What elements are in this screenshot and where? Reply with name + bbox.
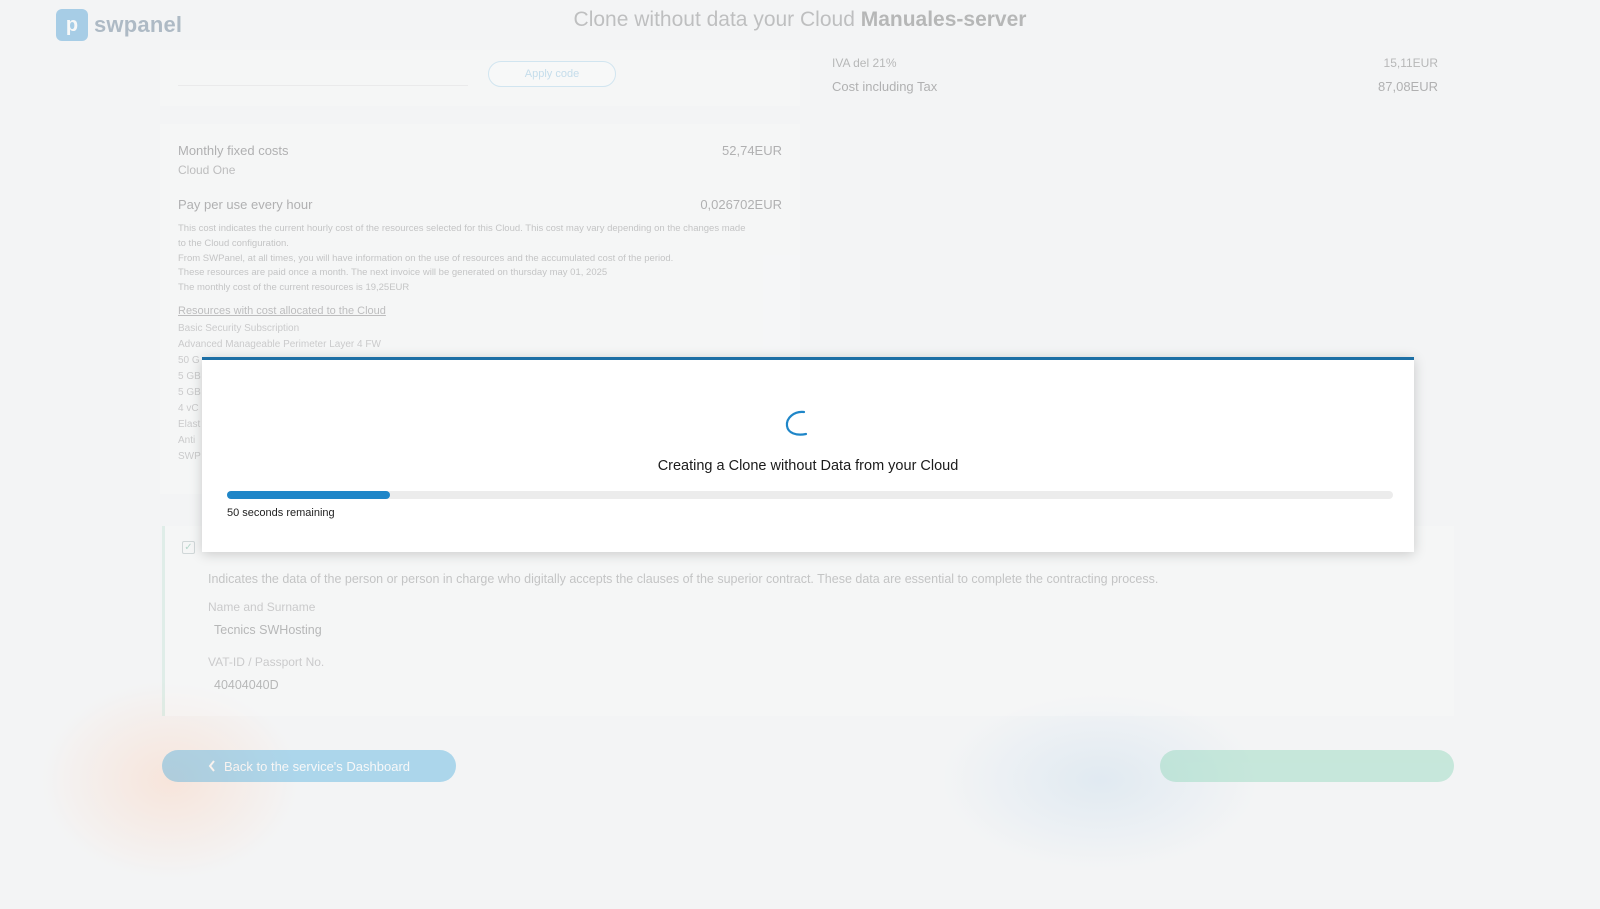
name-label: Name and Surname bbox=[208, 600, 316, 614]
resource-item: 50 G bbox=[178, 355, 200, 366]
page-title-server: Manuales-server bbox=[860, 8, 1027, 31]
vat-field[interactable]: 40404040D bbox=[214, 678, 279, 692]
progress-bar bbox=[227, 491, 1393, 499]
contract-note: Indicates the data of the person or pers… bbox=[208, 572, 1159, 586]
progress-bar-fill bbox=[227, 491, 391, 499]
contract-card bbox=[162, 526, 1454, 716]
resources-link[interactable]: Resources with cost allocated to the Clo… bbox=[178, 305, 386, 317]
name-field[interactable]: Tecnics SWHosting bbox=[214, 623, 322, 637]
time-remaining: 50 seconds remaining bbox=[227, 507, 335, 519]
resource-item: 5 GB bbox=[178, 387, 201, 398]
page-title-prefix: Clone without data your Cloud bbox=[573, 8, 861, 31]
resource-item: Advanced Manageable Perimeter Layer 4 FW bbox=[178, 339, 381, 350]
resource-item: 4 vC bbox=[178, 403, 199, 414]
cost-note: This cost indicates the current hourly c… bbox=[178, 222, 786, 296]
progress-modal: Creating a Clone without Data from your … bbox=[202, 357, 1414, 552]
resource-item: Elast bbox=[178, 419, 201, 430]
accept-terms-checkbox[interactable]: ✓ bbox=[182, 541, 195, 554]
cost-note-line: The monthly cost of the current resource… bbox=[178, 282, 410, 294]
monthly-costs-value: 52,74EUR bbox=[722, 143, 782, 158]
cost-note-line: These resources are paid once a month. T… bbox=[178, 267, 608, 279]
iva-label: IVA del 21% bbox=[832, 56, 897, 70]
apply-code-button[interactable]: Apply code bbox=[488, 61, 616, 87]
total-label: Cost including Tax bbox=[832, 79, 938, 94]
monthly-costs-plan: Cloud One bbox=[178, 163, 236, 177]
monthly-costs-label: Monthly fixed costs bbox=[178, 143, 289, 158]
hourly-costs-row: Pay per use every hour 0,026702EUR bbox=[178, 197, 782, 212]
cost-note-line: to the Cloud configuration. bbox=[178, 237, 289, 249]
total-value: 87,08EUR bbox=[1378, 79, 1438, 94]
hourly-costs-label: Pay per use every hour bbox=[178, 197, 313, 212]
back-button-label: Back to the service's Dashboard bbox=[223, 758, 411, 774]
resource-item: Anti bbox=[178, 435, 196, 446]
cost-note-line: From SWPanel, at all times, you will hav… bbox=[178, 252, 674, 264]
resource-item: Basic Security Subscription bbox=[178, 323, 300, 334]
top-bar: p swpanel Clone without data your Cloud … bbox=[0, 0, 1600, 48]
vat-label: VAT-ID / Passport No. bbox=[208, 655, 325, 669]
iva-value: 15,11EUR bbox=[1383, 56, 1438, 70]
chevron-left-icon bbox=[208, 760, 215, 772]
loading-spinner-icon bbox=[785, 410, 808, 436]
page-title: Clone without data your Cloud Manuales-s… bbox=[0, 8, 1600, 32]
monthly-costs-row: Monthly fixed costs 52,74EUR bbox=[178, 143, 782, 158]
confirm-button[interactable] bbox=[1160, 750, 1454, 782]
hourly-costs-value: 0,026702EUR bbox=[700, 197, 782, 212]
back-to-dashboard-button[interactable]: Back to the service's Dashboard bbox=[162, 750, 456, 782]
resource-item: 5 GB bbox=[178, 371, 201, 382]
iva-row: IVA del 21% 15,11EUR bbox=[832, 56, 1438, 70]
modal-title: Creating a Clone without Data from your … bbox=[657, 458, 959, 474]
coupon-input[interactable] bbox=[178, 62, 468, 86]
total-row: Cost including Tax 87,08EUR bbox=[832, 79, 1438, 94]
resource-item: SWP bbox=[178, 451, 201, 462]
cost-note-line: This cost indicates the current hourly c… bbox=[178, 223, 746, 234]
